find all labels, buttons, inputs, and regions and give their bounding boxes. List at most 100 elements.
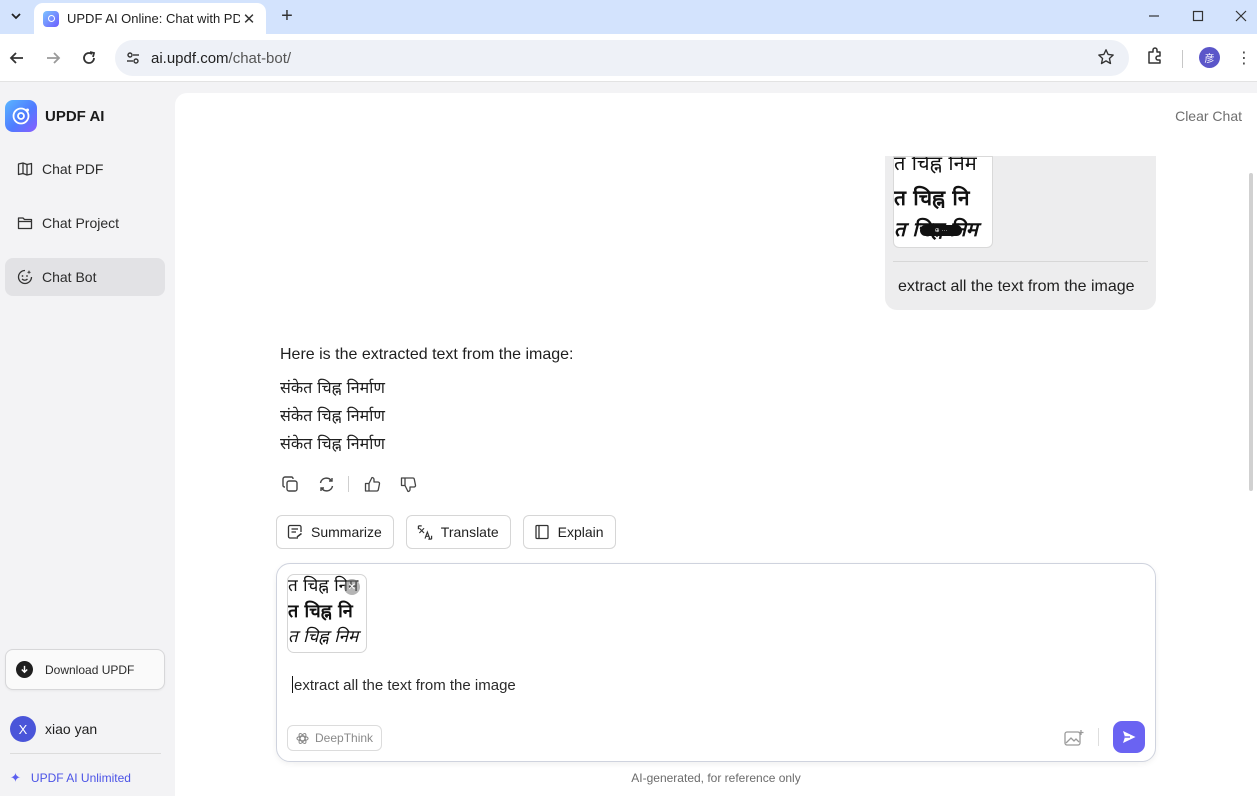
sidebar: UPDF AI Chat PDF Chat Project Chat Bot D…: [0, 82, 174, 796]
reload-icon: [83, 51, 96, 64]
text-caret: [292, 676, 293, 693]
translate-button[interactable]: Translate: [405, 515, 511, 549]
new-tab-button[interactable]: +: [276, 5, 298, 27]
ai-extracted-lines: संकेत चिह्न निर्माण संकेत चिह्न निर्माण …: [280, 374, 573, 458]
sidebar-item-chat-bot[interactable]: Chat Bot: [5, 258, 165, 296]
plan-label: UPDF AI Unlimited: [30, 771, 131, 785]
bot-face-icon: [16, 268, 34, 286]
thumbs-down-icon[interactable]: [398, 474, 418, 494]
atom-icon: [296, 732, 309, 745]
browser-tab[interactable]: UPDF AI Online: Chat with PDF ✕: [34, 3, 266, 34]
sidebar-item-label: Chat Project: [42, 215, 120, 231]
sidebar-item-label: Chat PDF: [42, 161, 104, 177]
arrow-left-icon: [9, 52, 23, 64]
thumb-text-line: त चिह्न निम: [894, 156, 977, 175]
ai-message: Here is the extracted text from the imag…: [280, 346, 573, 458]
ai-disclaimer: AI-generated, for reference only: [631, 771, 801, 785]
user-profile[interactable]: X xiao yan: [10, 716, 97, 742]
image-badge-icon: ⊕ ···: [920, 225, 962, 236]
chip-label: Translate: [440, 524, 499, 540]
back-button[interactable]: [5, 46, 29, 70]
sidebar-item-label: Chat Bot: [42, 269, 97, 285]
quick-actions: Summarize Translate Explain: [276, 515, 628, 549]
download-icon: [16, 661, 33, 678]
summarize-icon: [287, 524, 303, 540]
chip-label: Summarize: [311, 524, 382, 540]
bookmark-star-icon[interactable]: [1097, 48, 1115, 71]
minimize-button[interactable]: [1139, 4, 1169, 28]
regenerate-icon[interactable]: [316, 474, 336, 494]
ai-message-intro: Here is the extracted text from the imag…: [280, 346, 574, 363]
brand-name: UPDF AI: [45, 107, 105, 125]
actions-divider: [348, 476, 349, 492]
close-icon: [1235, 10, 1247, 22]
close-tab-icon[interactable]: ✕: [240, 10, 258, 28]
extensions-puzzle-icon[interactable]: [1145, 46, 1165, 71]
site-info-icon[interactable]: [115, 50, 151, 66]
chip-label: Explain: [557, 524, 604, 540]
upgrade-link[interactable]: ✦ UPDF AI Unlimited: [10, 770, 131, 786]
thumb-text-line: त चिह्न नि: [288, 601, 353, 622]
url-text: ai.updf.com/chat-bot/: [151, 49, 292, 67]
extracted-line: संकेत चिह्न निर्माण: [280, 434, 385, 453]
tab-search-button[interactable]: [4, 5, 28, 27]
sparkle-icon: ✦: [10, 770, 21, 785]
browser-menu-icon[interactable]: ⋮: [1236, 46, 1252, 70]
download-updf-button[interactable]: Download UPDF: [5, 649, 165, 690]
sidebar-item-chat-pdf[interactable]: Chat PDF: [5, 150, 165, 188]
remove-attachment-icon[interactable]: ✕: [344, 579, 360, 595]
composer-divider: [1098, 728, 1099, 746]
message-actions: [280, 474, 434, 494]
bubble-divider: [893, 261, 1148, 262]
maximize-icon: [1192, 10, 1204, 22]
chat-input[interactable]: extract all the text from the image: [292, 676, 1132, 694]
thumbs-up-icon[interactable]: [362, 474, 382, 494]
user-message-text: extract all the text from the image: [898, 278, 1135, 295]
tab-title: UPDF AI Online: Chat with PDF: [67, 11, 240, 26]
attached-image-preview[interactable]: त चिह्न निम त चिह्न नि त चिह्न निम ✕: [287, 574, 367, 653]
user-avatar: X: [10, 716, 36, 742]
folder-icon: [16, 214, 34, 232]
forward-button[interactable]: [41, 46, 65, 70]
send-button[interactable]: [1113, 721, 1145, 753]
user-message-bubble: त चिह्न निम त चिह्न नि त चिह्न निम ⊕ ···…: [885, 156, 1156, 310]
maximize-button[interactable]: [1183, 4, 1213, 28]
explain-button[interactable]: Explain: [522, 515, 616, 549]
chevron-down-icon: [11, 13, 21, 20]
chat-input-value: extract all the text from the image: [294, 677, 516, 694]
extracted-line: संकेत चिह्न निर्माण: [280, 406, 385, 425]
thumb-text-line: त चिह्न नि: [894, 185, 970, 210]
chat-panel: Clear Chat त चिह्न निम त चिह्न नि त चिह्…: [175, 93, 1257, 796]
address-bar[interactable]: ai.updf.com/chat-bot/: [115, 40, 1129, 76]
deepthink-toggle[interactable]: DeepThink: [287, 725, 383, 751]
attached-image-thumbnail[interactable]: त चिह्न निम त चिह्न नि त चिह्न निम ⊕ ···: [893, 156, 993, 248]
translate-icon: [417, 524, 433, 540]
summarize-button[interactable]: Summarize: [276, 515, 394, 549]
clear-chat-button[interactable]: Clear Chat: [1175, 108, 1242, 124]
minimize-icon: [1149, 15, 1159, 17]
download-label: Download UPDF: [45, 662, 135, 677]
deepthink-label: DeepThink: [315, 731, 374, 745]
message-composer: त चिह्न निम त चिह्न नि त चिह्न निम ✕ ext…: [276, 563, 1156, 762]
toolbar-divider: [1182, 50, 1183, 68]
user-name: xiao yan: [45, 721, 98, 737]
extracted-line: संकेत चिह्न निर्माण: [280, 378, 385, 397]
brand[interactable]: UPDF AI: [5, 100, 104, 132]
sidebar-divider: [10, 753, 161, 754]
send-icon: [1123, 731, 1136, 743]
updf-favicon-icon: [43, 10, 59, 27]
copy-icon[interactable]: [280, 474, 300, 494]
browser-toolbar: ai.updf.com/chat-bot/ 彦 ⋮: [0, 34, 1257, 82]
thumb-text-line: त चिह्न निम: [288, 627, 359, 647]
scrollbar-thumb[interactable]: [1249, 173, 1253, 491]
book-open-icon: [16, 160, 34, 178]
browser-tabstrip: UPDF AI Online: Chat with PDF ✕ +: [0, 0, 1257, 34]
profile-avatar[interactable]: 彦: [1199, 47, 1220, 68]
close-window-button[interactable]: [1226, 4, 1256, 28]
arrow-right-icon: [47, 52, 61, 64]
image-upload-icon[interactable]: [1063, 728, 1085, 748]
sidebar-item-chat-project[interactable]: Chat Project: [5, 204, 165, 242]
book-icon: [534, 524, 550, 540]
reload-button[interactable]: [77, 46, 101, 70]
updf-logo-icon: [5, 100, 37, 132]
